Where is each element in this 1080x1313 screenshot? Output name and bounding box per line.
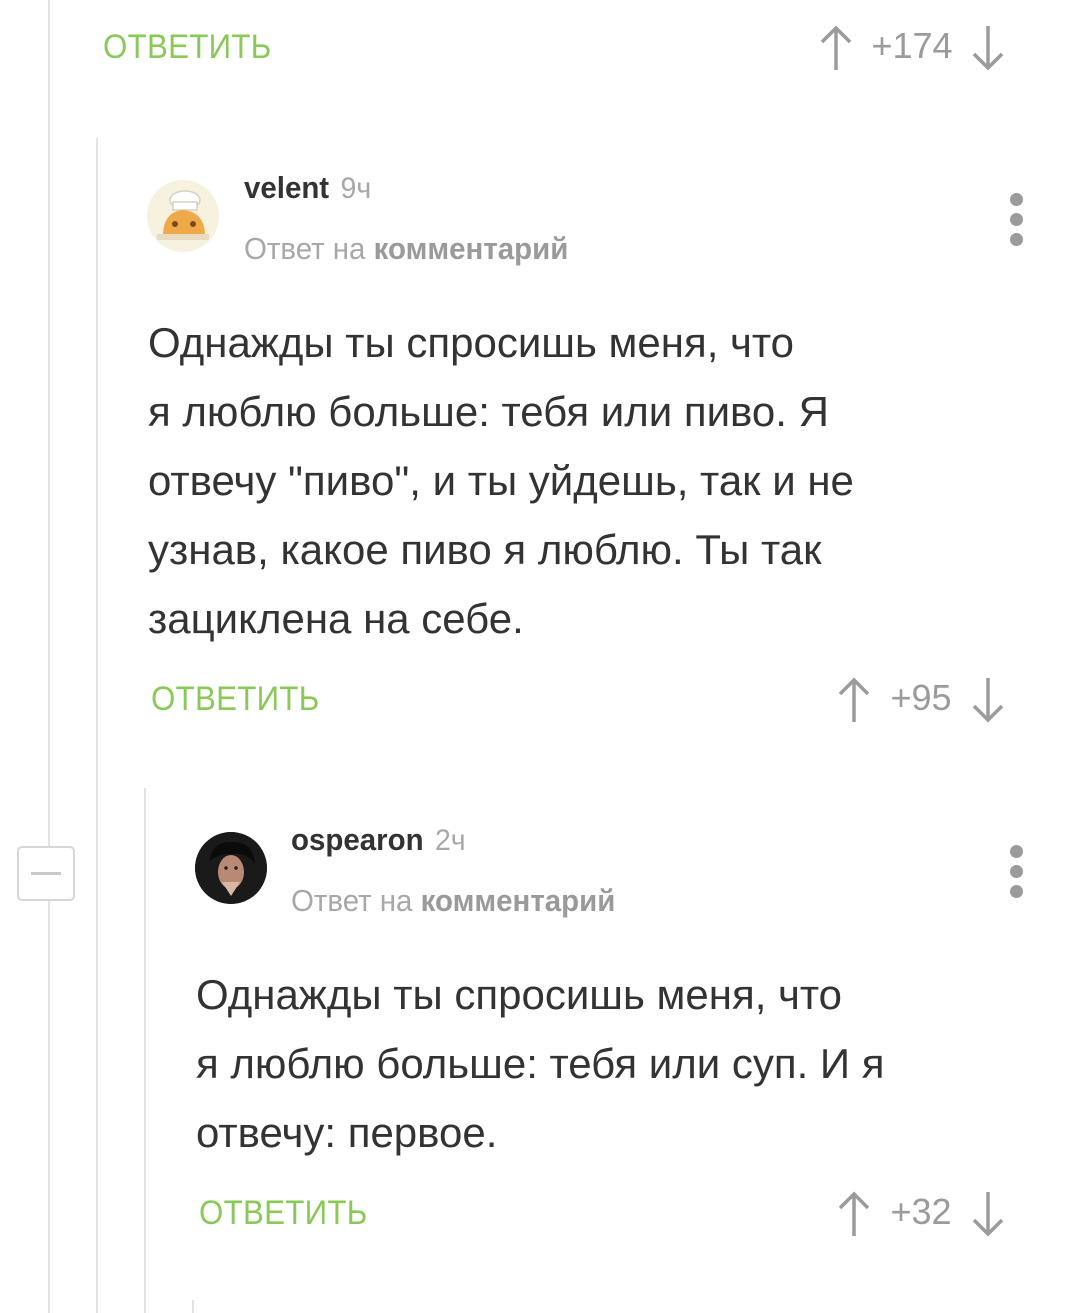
vote-bar-parent: +174 (816, 24, 1008, 71)
arrow-down-icon[interactable] (968, 24, 1008, 71)
collapse-thread-button[interactable] (17, 846, 75, 901)
cat-chef-avatar-icon (147, 180, 219, 252)
avatar[interactable] (147, 180, 219, 252)
comment-text: Однажды ты спросишь меня, что я люблю бо… (196, 971, 885, 1156)
reply-to-label: Ответ на комментарий (244, 231, 569, 266)
more-vertical-icon[interactable] (1010, 845, 1024, 898)
vote-bar: +95 (834, 676, 1008, 723)
more-vertical-icon[interactable] (1010, 193, 1024, 246)
reply-to-label: Ответ на комментарий (291, 883, 616, 918)
reply-to-link[interactable]: комментарий (374, 231, 569, 266)
reply-to-link[interactable]: комментарий (421, 883, 616, 918)
comment-text: Однажды ты спросишь меня, что я люблю бо… (148, 319, 854, 642)
reply-button[interactable]: ОТВЕТИТЬ (199, 1194, 368, 1233)
arrow-up-icon[interactable] (816, 24, 856, 70)
vote-score: +32 (890, 1191, 952, 1232)
thread-line-level-3 (192, 1300, 194, 1313)
thread-line-level-2 (144, 788, 146, 1313)
vote-score: +174 (871, 25, 953, 66)
user-photo-avatar-icon (195, 832, 267, 904)
reply-button-parent[interactable]: ОТВЕТИТЬ (103, 28, 272, 67)
arrow-up-icon[interactable] (834, 1190, 874, 1236)
comment-time: 2ч (434, 824, 466, 857)
reply-button[interactable]: ОТВЕТИТЬ (151, 680, 320, 719)
vote-score: +95 (890, 677, 952, 718)
comment-time: 9ч (340, 172, 372, 205)
comment-author[interactable]: ospearon 2ч (291, 822, 466, 858)
thread-line-level-0 (48, 0, 50, 1313)
arrow-down-icon[interactable] (968, 676, 1008, 723)
thread-line-level-1 (96, 138, 98, 1313)
comment-author[interactable]: velent 9ч (244, 170, 371, 206)
vote-bar: +32 (834, 1190, 1008, 1237)
arrow-down-icon[interactable] (968, 1190, 1008, 1237)
avatar[interactable] (195, 832, 267, 904)
arrow-up-icon[interactable] (834, 676, 874, 722)
